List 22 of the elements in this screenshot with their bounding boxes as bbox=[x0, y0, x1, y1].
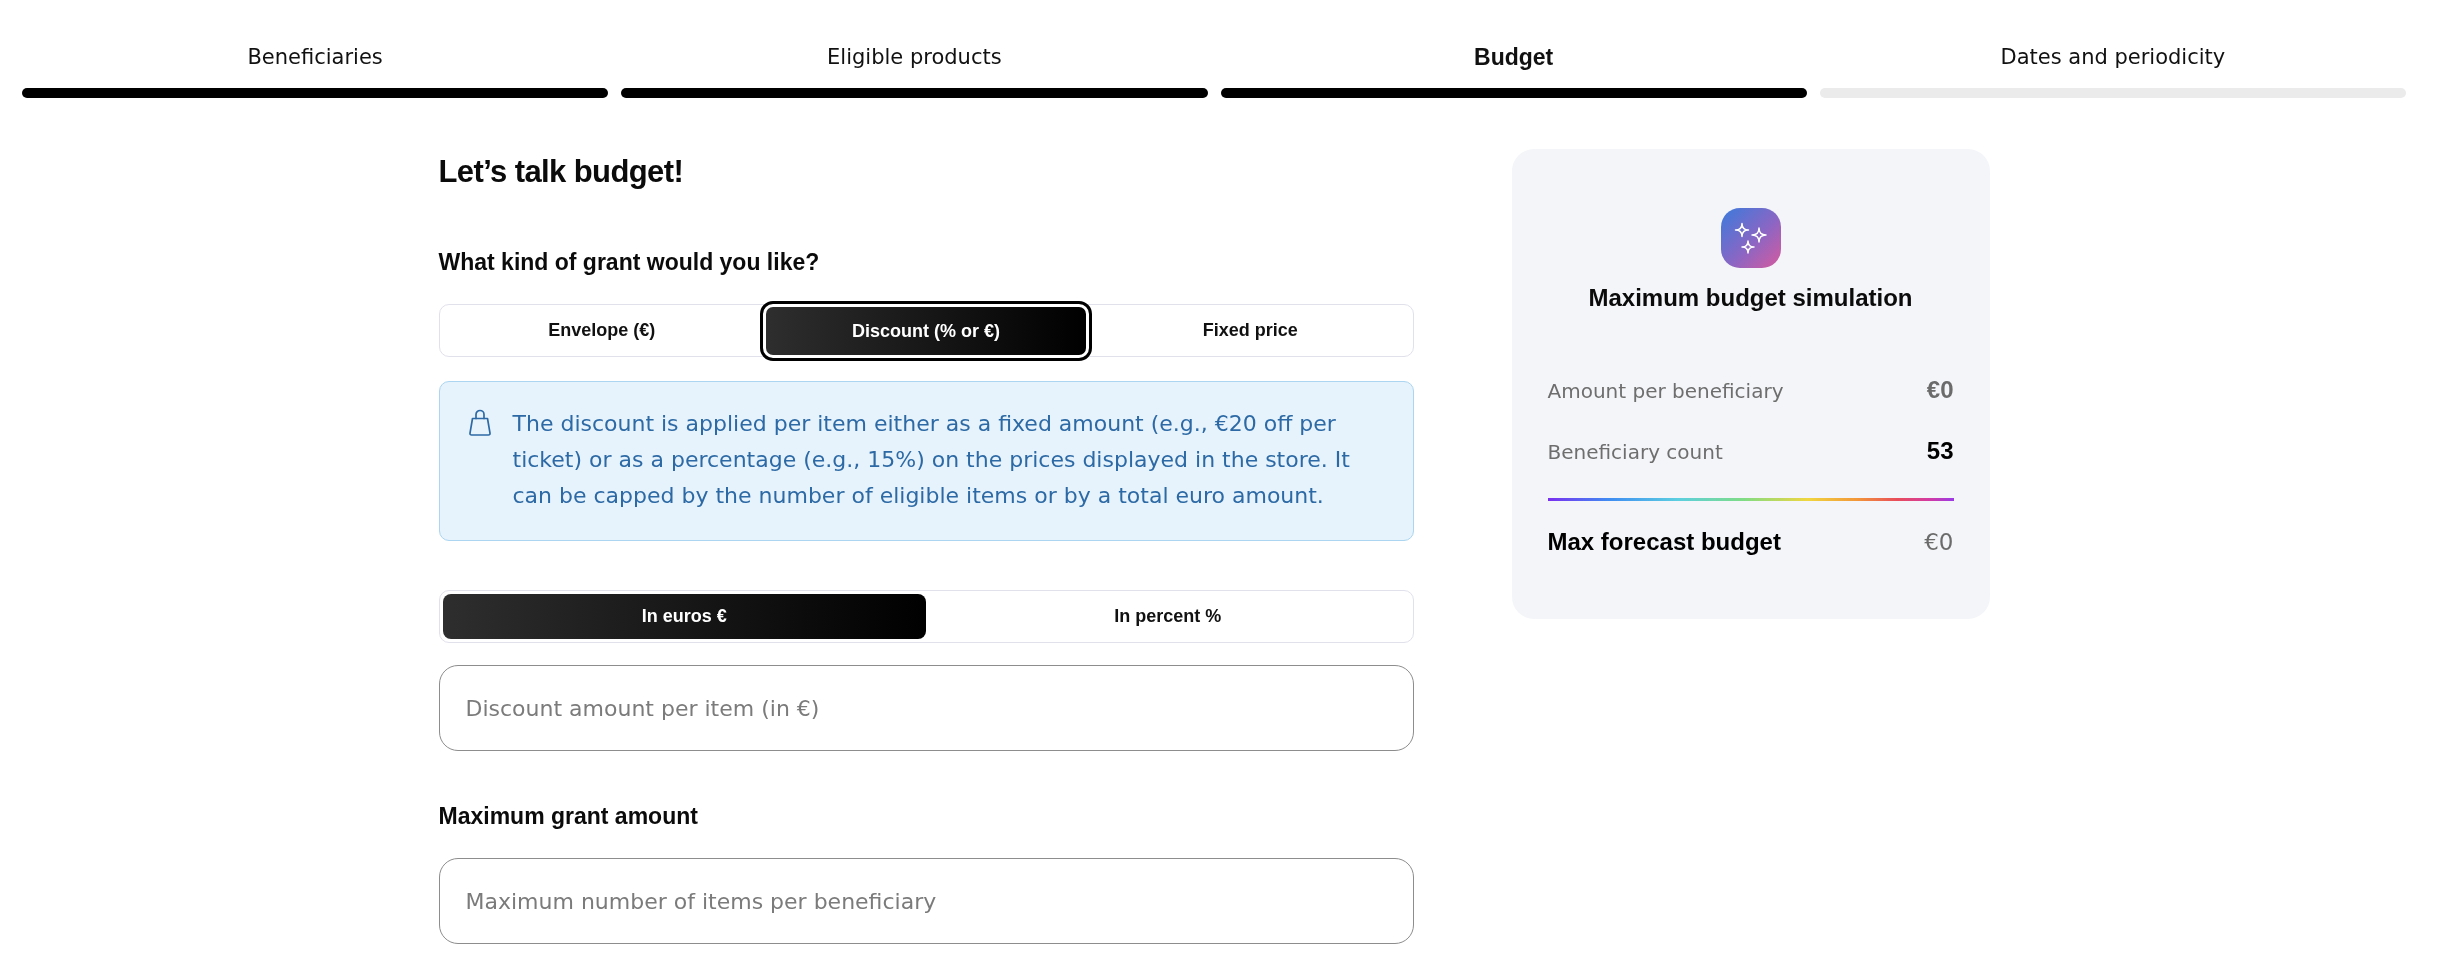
step-tab[interactable]: Budget bbox=[1474, 42, 1554, 72]
question-label: What kind of grant would you like? bbox=[438, 248, 821, 277]
total-label: Max forecast budget bbox=[1547, 527, 1781, 557]
row-label: Beneficiary count bbox=[1547, 439, 1723, 466]
discount-amount-field[interactable]: Discount amount per item (in €) bbox=[438, 665, 1414, 751]
total-value: €0 bbox=[1924, 528, 1954, 557]
page-heading: Let’s talk budget! bbox=[438, 153, 685, 191]
step-tab[interactable]: Beneficiaries bbox=[247, 42, 383, 72]
row-label: Amount per beneficiary bbox=[1547, 378, 1784, 405]
row-value: 53 bbox=[1926, 436, 1954, 466]
field-label: Maximum grant amount bbox=[438, 802, 699, 831]
step-tab[interactable]: Dates and periodicity bbox=[2000, 42, 2226, 72]
grant-type-option[interactable]: Discount (% or €) bbox=[759, 301, 1093, 361]
unit-option[interactable]: In euros € bbox=[442, 594, 926, 639]
row-value: €0 bbox=[1926, 375, 1954, 405]
sparkles-icon bbox=[1720, 208, 1781, 268]
shopping-bag-icon bbox=[467, 408, 492, 436]
card-title: Maximum budget simulation bbox=[1588, 283, 1913, 313]
step-tab[interactable]: Eligible products bbox=[827, 42, 1002, 72]
max-items-field[interactable]: Maximum number of items per beneficiary bbox=[438, 858, 1414, 944]
unit-option[interactable]: In percent % bbox=[926, 594, 1410, 639]
info-text: The discount is applied per item either as a fixed amount (e.g., €20 off per ticket) or as a percentage (e.g., 15%) on the prices displayed in the store. It can be capped by the number of eligible items or by a total euro amount. bbox=[512, 410, 1351, 510]
